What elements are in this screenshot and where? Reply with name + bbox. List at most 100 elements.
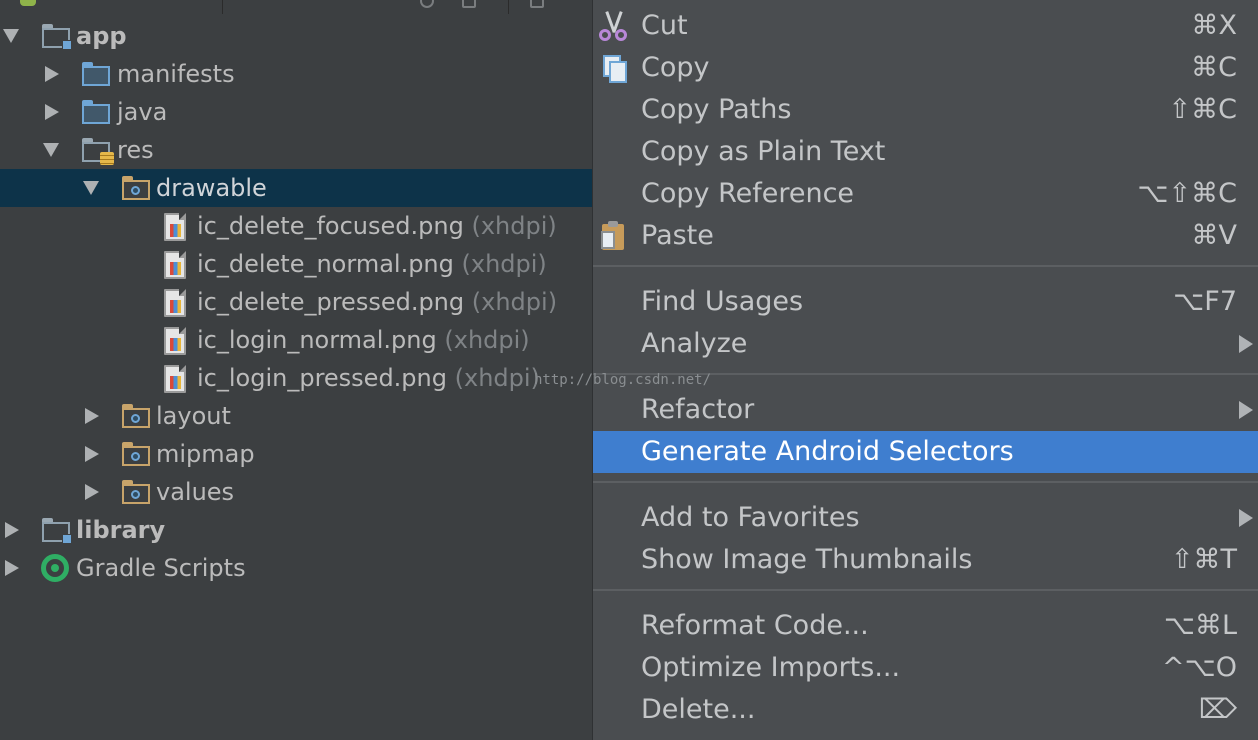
chevron-down-icon[interactable] — [3, 29, 19, 43]
chevron-right-icon[interactable] — [5, 560, 19, 576]
file-density: (xhdpi) — [471, 288, 558, 316]
menu-item-label: Generate Android Selectors — [641, 436, 1014, 467]
menu-shortcut: ⇧⌘T — [1170, 544, 1237, 575]
tree-item-file[interactable]: ic_delete_normal.png (xhdpi) — [0, 245, 592, 283]
context-menu: Cut ⌘X Copy ⌘C Copy Paths ⇧⌘C Copy as Pl… — [592, 0, 1258, 740]
menu-item-cut[interactable]: Cut ⌘X — [593, 5, 1258, 47]
image-file-icon — [164, 251, 186, 279]
tree-item-drawable[interactable]: drawable — [0, 169, 592, 207]
scissors-icon — [599, 11, 629, 41]
tree-item-file[interactable]: ic_login_pressed.png (xhdpi) — [0, 359, 592, 397]
tree-item-java[interactable]: java — [0, 93, 592, 131]
image-file-icon — [164, 327, 186, 355]
menu-item-label: Show Image Thumbnails — [641, 544, 973, 575]
menu-item-refactor[interactable]: Refactor — [593, 389, 1258, 431]
tree-item-label: layout — [156, 402, 231, 430]
menu-item-copy-plain-text[interactable]: Copy as Plain Text — [593, 131, 1258, 173]
folder-icon — [122, 480, 150, 504]
menu-item-label: Analyze — [641, 328, 748, 359]
tree-item-file-label: ic_delete_normal.png (xhdpi) — [197, 249, 547, 279]
sync-icon[interactable] — [420, 0, 434, 8]
chevron-right-icon[interactable] — [5, 522, 19, 538]
tree-item-manifests[interactable]: manifests — [0, 55, 592, 93]
chevron-right-icon[interactable] — [85, 408, 99, 424]
folder-icon — [122, 176, 150, 200]
tree-item-file[interactable]: ic_login_normal.png (xhdpi) — [0, 321, 592, 359]
resource-folder-icon — [82, 138, 114, 165]
menu-item-analyze[interactable]: Analyze — [593, 323, 1258, 365]
tree-item-mipmap[interactable]: mipmap — [0, 435, 592, 473]
toolbar-divider — [508, 0, 509, 14]
file-name: ic_delete_normal.png — [197, 250, 454, 278]
collapse-icon[interactable] — [530, 0, 544, 8]
file-density: (xhdpi) — [471, 212, 557, 240]
menu-item-label: Copy Reference — [641, 178, 855, 209]
menu-item-label: Add to Favorites — [641, 502, 860, 533]
chevron-down-icon[interactable] — [83, 181, 99, 195]
menu-shortcut: ⌥⇧⌘C — [1137, 178, 1237, 209]
submenu-arrow-icon — [1239, 401, 1253, 419]
menu-item-label: Optimize Imports... — [641, 652, 901, 683]
menu-item-label: Delete... — [641, 694, 756, 725]
menu-item-label: Reformat Code... — [641, 610, 869, 641]
watermark: http://blog.csdn.net/ — [534, 372, 712, 388]
tree-item-file[interactable]: ic_delete_pressed.png (xhdpi) — [0, 283, 592, 321]
folder-icon — [82, 100, 110, 124]
file-name: ic_login_normal.png — [197, 326, 437, 354]
menu-item-generate-android-selectors[interactable]: Generate Android Selectors — [593, 431, 1258, 473]
tree-item-library[interactable]: library — [0, 511, 592, 549]
menu-item-optimize-imports[interactable]: Optimize Imports... ^⌥O — [593, 647, 1258, 689]
file-name: ic_delete_pressed.png — [197, 288, 465, 316]
chevron-right-icon[interactable] — [45, 66, 59, 82]
menu-shortcut: ⌘C — [1191, 52, 1237, 83]
tree-item-app[interactable]: app — [0, 17, 592, 55]
module-folder-icon — [42, 518, 72, 544]
menu-item-label: Paste — [641, 220, 714, 251]
menu-separator — [593, 589, 1258, 591]
menu-shortcut: ^⌥O — [1162, 652, 1237, 683]
chevron-right-icon[interactable] — [45, 104, 59, 120]
tree-item-file-label: ic_login_normal.png (xhdpi) — [197, 325, 530, 355]
file-density: (xhdpi) — [461, 250, 547, 278]
android-icon — [20, 0, 36, 6]
chevron-right-icon[interactable] — [85, 484, 99, 500]
tree-item-label: values — [156, 478, 235, 506]
chevron-down-icon[interactable] — [43, 143, 59, 157]
chevron-right-icon[interactable] — [85, 446, 99, 462]
folder-icon — [82, 62, 110, 86]
tree-item-gradle-scripts[interactable]: Gradle Scripts — [0, 549, 592, 587]
tree-item-file-label: ic_login_pressed.png (xhdpi) — [197, 363, 540, 393]
tree-item-label: manifests — [117, 60, 235, 88]
menu-separator — [593, 481, 1258, 483]
tree-item-label: mipmap — [156, 440, 255, 468]
menu-item-reformat-code[interactable]: Reformat Code... ⌥⌘L — [593, 605, 1258, 647]
settings-icon[interactable] — [462, 0, 476, 8]
tree-item-label: Gradle Scripts — [76, 554, 246, 582]
submenu-arrow-icon — [1239, 509, 1253, 527]
folder-icon — [122, 442, 150, 466]
menu-item-copy-paths[interactable]: Copy Paths ⇧⌘C — [593, 89, 1258, 131]
menu-item-show-image-thumbnails[interactable]: Show Image Thumbnails ⇧⌘T — [593, 539, 1258, 581]
menu-item-add-to-favorites[interactable]: Add to Favorites — [593, 497, 1258, 539]
folder-icon — [122, 404, 150, 428]
menu-item-paste[interactable]: Paste ⌘V — [593, 215, 1258, 257]
image-file-icon — [164, 289, 186, 317]
menu-item-copy[interactable]: Copy ⌘C — [593, 47, 1258, 89]
menu-item-find-usages[interactable]: Find Usages ⌥F7 — [593, 281, 1258, 323]
menu-item-copy-reference[interactable]: Copy Reference ⌥⇧⌘C — [593, 173, 1258, 215]
tree-toolbar — [0, 0, 592, 14]
menu-item-label: Copy Paths — [641, 94, 792, 125]
tree-item-file[interactable]: ic_delete_focused.png (xhdpi) — [0, 207, 592, 245]
menu-item-delete[interactable]: Delete... ⌦ — [593, 689, 1258, 731]
tree-item-res[interactable]: res — [0, 131, 592, 169]
tree-item-label: res — [117, 136, 154, 164]
file-density: (xhdpi) — [444, 326, 530, 354]
tree-item-file-label: ic_delete_focused.png (xhdpi) — [197, 211, 557, 241]
tree-item-values[interactable]: values — [0, 473, 592, 511]
copy-icon — [599, 53, 629, 83]
menu-item-label: Refactor — [641, 394, 755, 425]
image-file-icon — [164, 365, 186, 393]
delete-key-icon: ⌦ — [1198, 694, 1237, 725]
file-name: ic_delete_focused.png — [197, 212, 464, 240]
tree-item-layout[interactable]: layout — [0, 397, 592, 435]
